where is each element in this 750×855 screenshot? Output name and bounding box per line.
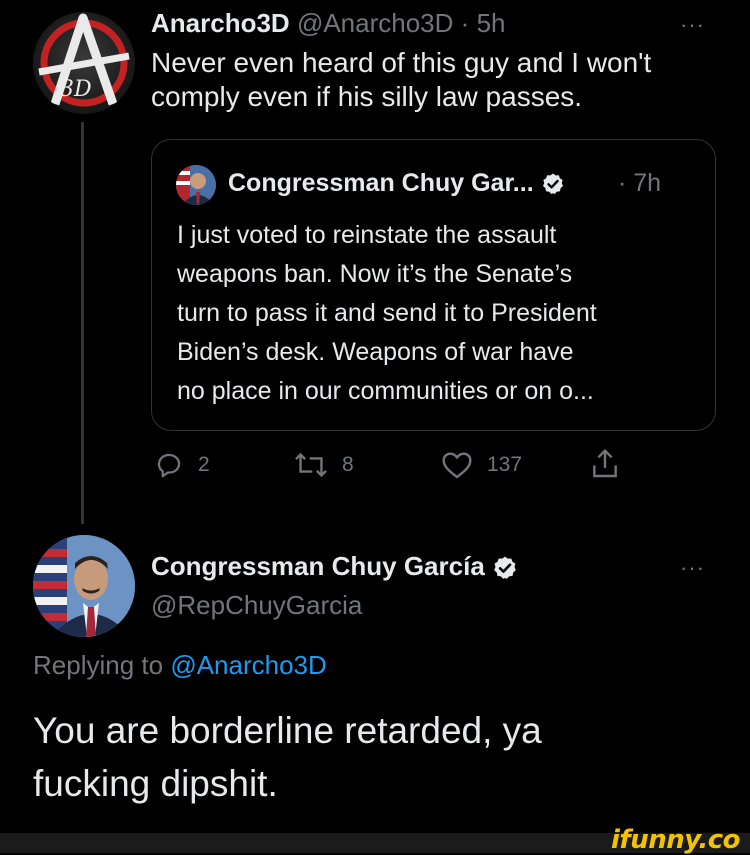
reply-tweet-text-line: You are borderline retarded, ya: [33, 710, 542, 751]
verified-badge-icon: [494, 556, 516, 579]
like-count: 137: [487, 453, 523, 476]
quoted-tweet-time[interactable]: · 7h: [618, 169, 661, 198]
congressman-portrait-icon: [176, 165, 216, 205]
replying-to-handle-link[interactable]: @Anarcho3D: [170, 650, 326, 680]
main-tweet-text-line: comply even if his silly law passes.: [151, 81, 583, 112]
replying-to-line: Replying to @Anarcho3D: [33, 650, 327, 681]
avatar-3d-text: 3D: [60, 77, 92, 102]
main-tweet-more-button[interactable]: ···: [680, 12, 705, 38]
quoted-tweet-name-row: Congressman Chuy Gar...: [228, 169, 565, 198]
quoted-tweet-line: weapons ban. Now it’s the Senate’s: [177, 260, 573, 288]
share-action[interactable]: [590, 448, 620, 480]
congressman-portrait-icon: [33, 535, 135, 637]
heart-icon[interactable]: [441, 450, 473, 480]
main-tweet-time[interactable]: 5h: [477, 8, 506, 38]
reply-tweet-handle[interactable]: @RepChuyGarcia: [151, 590, 362, 621]
share-icon[interactable]: [590, 448, 620, 480]
reply-tweet-more-button[interactable]: ···: [680, 555, 705, 581]
reply-tweet-display-name[interactable]: Congressman Chuy García: [151, 551, 485, 581]
verified-badge-icon: [542, 173, 563, 195]
reply-action[interactable]: 2: [154, 450, 210, 480]
main-tweet-header: Anarcho3D @Anarcho3D · 5h: [151, 8, 505, 38]
retweet-count: 8: [342, 453, 354, 476]
main-tweet-text-line: Never even heard of this guy and I won't: [151, 47, 652, 78]
quoted-tweet-line: turn to pass it and send it to President: [177, 299, 597, 327]
repchuygarcia-avatar[interactable]: [33, 535, 135, 637]
reply-tweet-name-row: Congressman Chuy García: [151, 551, 518, 582]
ifunny-watermark: ifunny.co: [611, 825, 740, 855]
reply-tweet-text: You are borderline retarded, ya fucking …: [33, 704, 713, 810]
anarcho3d-avatar[interactable]: 3D: [33, 12, 135, 114]
main-tweet-handle[interactable]: @Anarcho3D: [297, 8, 453, 38]
quoted-tweet-avatar: [176, 165, 216, 205]
quoted-tweet-line: I just voted to reinstate the assault: [177, 221, 557, 249]
retweet-icon[interactable]: [294, 450, 328, 480]
main-tweet-display-name[interactable]: Anarcho3D: [151, 8, 290, 38]
main-tweet-text: Never even heard of this guy and I won't…: [151, 46, 651, 114]
reply-tweet-text-line: fucking dipshit.: [33, 763, 278, 804]
quoted-tweet-line: no place in our communities or on o...: [177, 377, 594, 405]
quoted-tweet-text: I just voted to reinstate the assault we…: [177, 216, 697, 411]
like-action[interactable]: 137: [441, 450, 522, 480]
main-tweet-separator: ·: [460, 8, 470, 38]
reply-icon[interactable]: [154, 450, 184, 480]
quoted-tweet-line: Biden’s desk. Weapons of war have: [177, 338, 574, 366]
anarchy-logo-icon: 3D: [38, 13, 130, 107]
quoted-tweet-display-name[interactable]: Congressman Chuy Gar...: [228, 169, 534, 197]
reply-count: 2: [198, 453, 210, 476]
thread-connector-line: [81, 122, 84, 524]
replying-to-prefix: Replying to: [33, 650, 164, 680]
retweet-action[interactable]: 8: [294, 450, 354, 480]
